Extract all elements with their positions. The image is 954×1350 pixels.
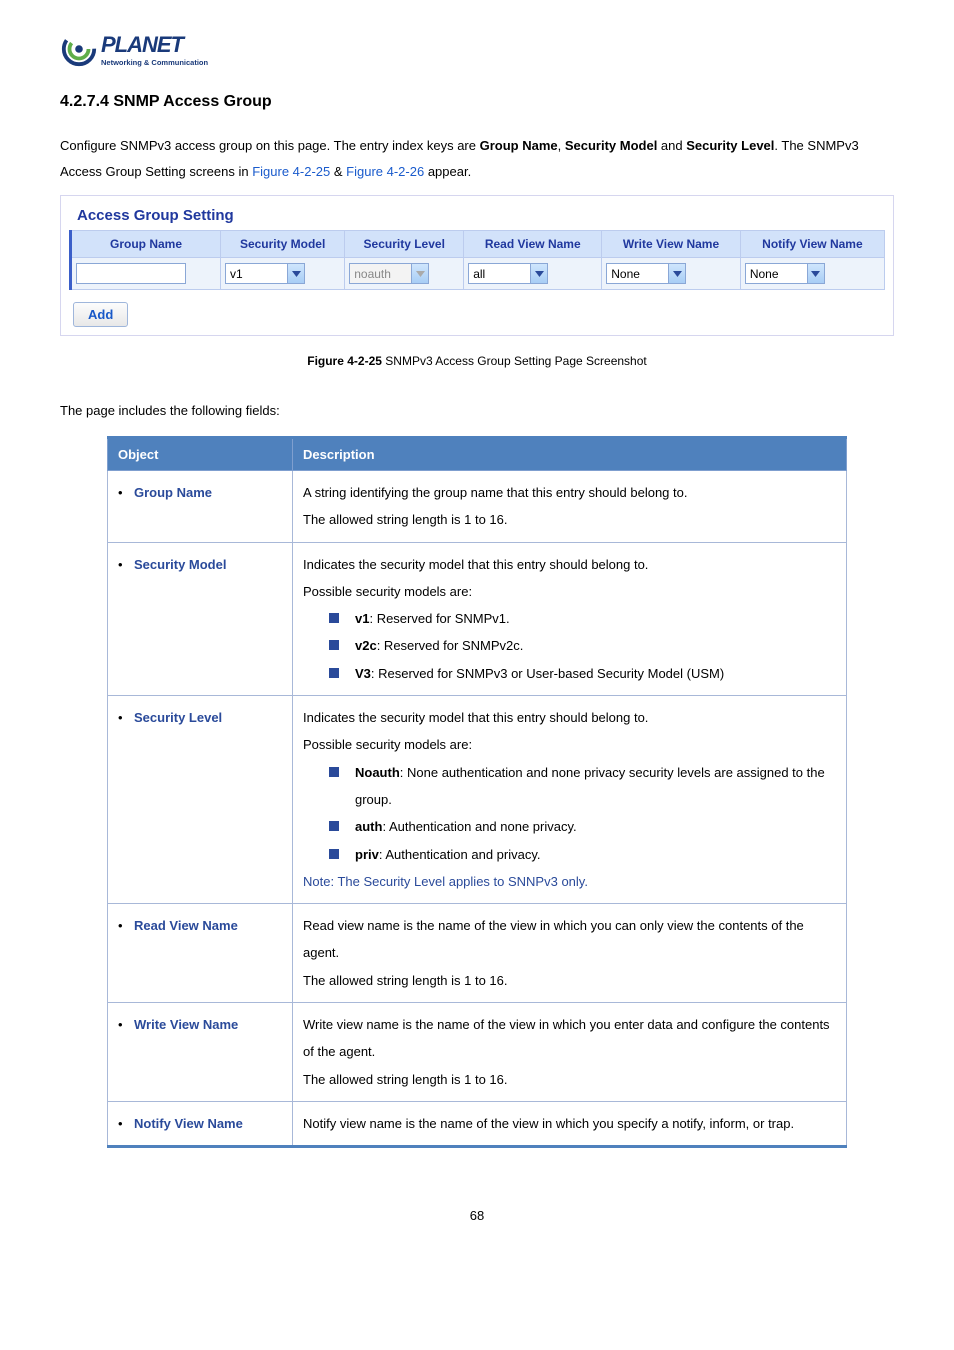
security-level-value: noauth (350, 267, 411, 281)
bullet-icon: • (118, 551, 134, 578)
th-description: Description (293, 438, 847, 471)
square-bullet-icon (329, 640, 339, 650)
square-bullet-icon (329, 849, 339, 859)
bullet-icon: • (118, 1011, 134, 1038)
list-item: auth: Authentication and none privacy. (355, 813, 836, 840)
note-text: Note: The Security Level applies to SNNP… (303, 868, 836, 895)
chevron-down-icon (807, 264, 824, 283)
obj-label: Read View Name (134, 912, 238, 939)
bullet-icon: • (118, 704, 134, 731)
square-bullet-icon (329, 613, 339, 623)
list-item: V3: Reserved for SNMPv3 or User-based Se… (355, 660, 836, 687)
obj-label: Notify View Name (134, 1110, 243, 1137)
security-level-select[interactable]: noauth (349, 263, 429, 284)
square-bullet-icon (329, 767, 339, 777)
desc-text: Read view name is the name of the view i… (303, 912, 836, 967)
page-number: 68 (60, 1208, 894, 1223)
desc-text: The allowed string length is 1 to 16. (303, 506, 836, 533)
table-row: •Notify View Name Notify view name is th… (108, 1101, 847, 1146)
group-name-input[interactable] (76, 263, 186, 284)
figure-caption-label: Figure 4-2-25 (307, 354, 382, 368)
desc-text: Indicates the security model that this e… (303, 551, 836, 578)
desc-text: Possible security models are: (303, 731, 836, 758)
object-description-table: Object Description •Group Name A string … (107, 436, 847, 1148)
desc-text: Write view name is the name of the view … (303, 1011, 836, 1066)
intro-bold-sl: Security Level (686, 138, 774, 153)
obj-label: Write View Name (134, 1011, 238, 1038)
chevron-down-icon (668, 264, 685, 283)
figure-link-2[interactable]: Figure 4-2-26 (346, 164, 424, 179)
desc-text: The allowed string length is 1 to 16. (303, 1066, 836, 1093)
desc-text: Notify view name is the name of the view… (303, 1110, 836, 1137)
table-row: •Write View Name Write view name is the … (108, 1003, 847, 1102)
intro-bold-sm: Security Model (565, 138, 657, 153)
panel-title: Access Group Setting (77, 207, 885, 224)
chevron-down-icon (287, 264, 304, 283)
th-read-view: Read View Name (464, 231, 602, 258)
desc-text: The allowed string length is 1 to 16. (303, 967, 836, 994)
desc-text: Possible security models are: (303, 578, 836, 605)
th-security-model: Security Model (221, 231, 345, 258)
figure-caption: Figure 4-2-25 SNMPv3 Access Group Settin… (60, 354, 894, 368)
intro-paragraph: Configure SNMPv3 access group on this pa… (60, 133, 894, 185)
square-bullet-icon (329, 821, 339, 831)
desc-text: Indicates the security model that this e… (303, 704, 836, 731)
list-item: v2c: Reserved for SNMPv2c. (355, 632, 836, 659)
obj-label: Group Name (134, 479, 212, 506)
table-row: •Security Model Indicates the security m… (108, 542, 847, 695)
logo-block: PLANET Networking & Communication (60, 30, 894, 68)
security-model-value: v1 (226, 267, 287, 281)
logo-brand: PLANET (101, 32, 208, 58)
square-bullet-icon (329, 668, 339, 678)
list-item: Noauth: None authentication and none pri… (355, 759, 836, 814)
figure-caption-text: SNMPv3 Access Group Setting Page Screens… (382, 354, 647, 368)
obj-label: Security Model (134, 551, 226, 578)
desc-text: A string identifying the group name that… (303, 479, 836, 506)
table-row: •Group Name A string identifying the gro… (108, 471, 847, 543)
chevron-down-icon (411, 264, 428, 283)
write-view-value: None (607, 267, 668, 281)
table-row: •Read View Name Read view name is the na… (108, 904, 847, 1003)
list-item: v1: Reserved for SNMPv1. (355, 605, 836, 632)
logo-tagline: Networking & Communication (101, 58, 208, 67)
fields-intro: The page includes the following fields: (60, 398, 894, 424)
read-view-select[interactable]: all (468, 263, 548, 284)
section-heading: 4.2.7.4 SNMP Access Group (60, 93, 894, 111)
bullet-icon: • (118, 479, 134, 506)
th-security-level: Security Level (345, 231, 464, 258)
table-row: •Security Level Indicates the security m… (108, 696, 847, 904)
bullet-icon: • (118, 912, 134, 939)
th-object: Object (108, 438, 293, 471)
access-group-panel: Access Group Setting Group Name Security… (60, 195, 894, 336)
figure-link-1[interactable]: Figure 4-2-25 (252, 164, 330, 179)
bullet-icon: • (118, 1110, 134, 1137)
setting-table: Group Name Security Model Security Level… (69, 230, 885, 290)
write-view-select[interactable]: None (606, 263, 686, 284)
th-notify-view: Notify View Name (740, 231, 884, 258)
read-view-value: all (469, 267, 530, 281)
list-item: priv: Authentication and privacy. (355, 841, 836, 868)
chevron-down-icon (530, 264, 547, 283)
notify-view-select[interactable]: None (745, 263, 825, 284)
security-model-select[interactable]: v1 (225, 263, 305, 284)
notify-view-value: None (746, 267, 807, 281)
add-button[interactable]: Add (73, 302, 128, 327)
intro-text: Configure SNMPv3 access group on this pa… (60, 138, 480, 153)
obj-label: Security Level (134, 704, 222, 731)
th-write-view: Write View Name (602, 231, 741, 258)
logo-icon (60, 30, 98, 68)
th-group-name: Group Name (71, 231, 221, 258)
intro-bold-gn: Group Name (480, 138, 558, 153)
